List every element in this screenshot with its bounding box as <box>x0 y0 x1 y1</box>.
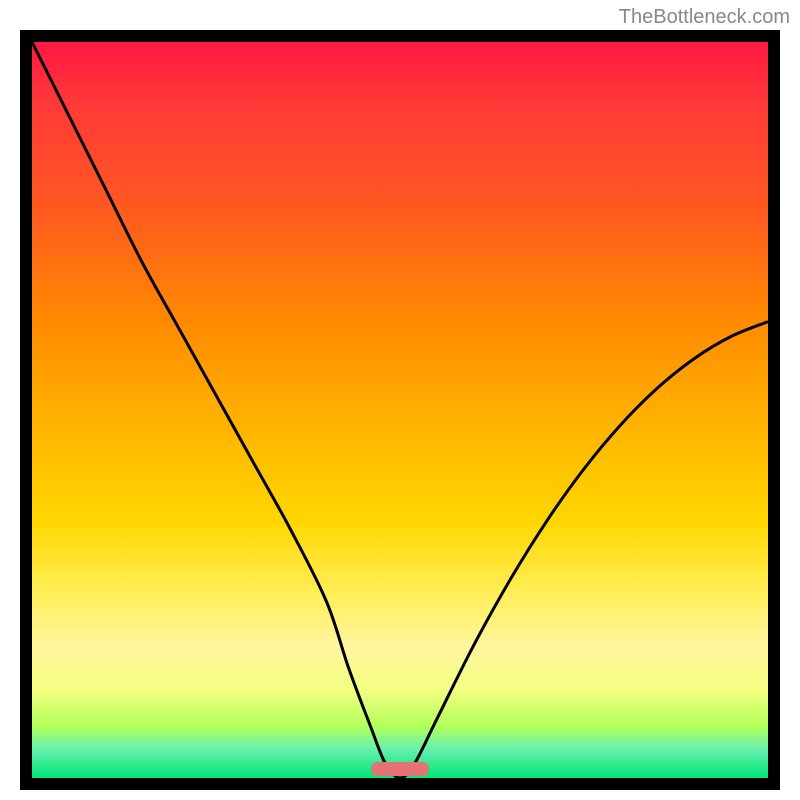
optimal-marker <box>371 762 430 776</box>
chart-frame <box>20 30 780 790</box>
watermark-text: TheBottleneck.com <box>619 6 790 29</box>
chart-plot <box>32 42 768 778</box>
bottleneck-curve <box>32 42 768 778</box>
